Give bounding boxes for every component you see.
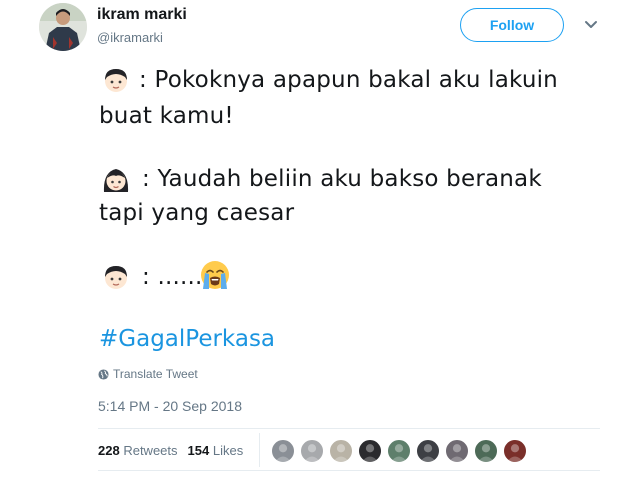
likes-count: 154 xyxy=(187,443,210,458)
liker-avatar-9[interactable] xyxy=(503,439,527,463)
liker-avatar-1[interactable] xyxy=(271,439,295,463)
avatar-image xyxy=(448,444,466,462)
avatar-image xyxy=(39,3,87,51)
stats-separator xyxy=(259,433,260,467)
tweet-stats: 228 Retweets 154 Likes xyxy=(98,443,243,458)
tweet-timestamp[interactable]: 5:14 PM - 20 Sep 2018 xyxy=(98,398,242,414)
author-handle[interactable]: @ikramarki xyxy=(97,30,163,45)
boy-emoji-icon xyxy=(105,69,127,92)
retweets-label: Retweets xyxy=(123,443,178,458)
avatar-image xyxy=(477,444,495,462)
globe-icon xyxy=(98,369,109,380)
liker-avatar-8[interactable] xyxy=(474,439,498,463)
translate-tweet-link[interactable]: Translate Tweet xyxy=(98,367,198,381)
retweets-count: 228 xyxy=(98,443,120,458)
tweet-line-5: : ...... xyxy=(142,264,203,290)
avatar-image xyxy=(506,444,524,462)
avatar-image xyxy=(274,444,292,462)
translate-label: Translate Tweet xyxy=(113,367,198,381)
tweet-line-3: : Yaudah beliin aku bakso beranak xyxy=(142,166,542,192)
divider-top xyxy=(98,428,600,429)
divider-bottom xyxy=(98,470,600,471)
chevron-down-icon[interactable] xyxy=(583,19,599,31)
liker-avatar-6[interactable] xyxy=(416,439,440,463)
avatar-image xyxy=(419,444,437,462)
tweet-line-4: tapi yang caesar xyxy=(99,200,295,226)
avatar-image xyxy=(361,444,379,462)
hashtag-link[interactable]: #GagalPerkasa xyxy=(99,326,275,352)
likes-label: Likes xyxy=(212,443,244,458)
liker-avatar-7[interactable] xyxy=(445,439,469,463)
author-display-name[interactable]: ikram marki xyxy=(97,6,187,24)
liker-avatar-3[interactable] xyxy=(329,439,353,463)
liker-avatar-2[interactable] xyxy=(300,439,324,463)
likes-stat[interactable]: 154 Likes xyxy=(188,443,244,458)
retweets-stat[interactable]: 228 Retweets xyxy=(98,443,178,458)
avatar-image xyxy=(390,444,408,462)
author-avatar[interactable] xyxy=(39,3,87,51)
tweet-line-1: : Pokoknya apapun bakal aku lakuin xyxy=(139,67,558,93)
follow-button[interactable]: Follow xyxy=(460,8,564,42)
tweet-card: ikram marki @ikramarki Follow : Pokoknya… xyxy=(0,0,638,478)
liker-avatar-4[interactable] xyxy=(358,439,382,463)
tweet-line-2: buat kamu! xyxy=(99,103,234,129)
liker-avatar-5[interactable] xyxy=(387,439,411,463)
girl-emoji-icon xyxy=(103,169,129,192)
boy-emoji-icon xyxy=(105,266,127,289)
loudly-crying-face-icon xyxy=(201,261,229,289)
avatar-image xyxy=(303,444,321,462)
avatar-image xyxy=(332,444,350,462)
